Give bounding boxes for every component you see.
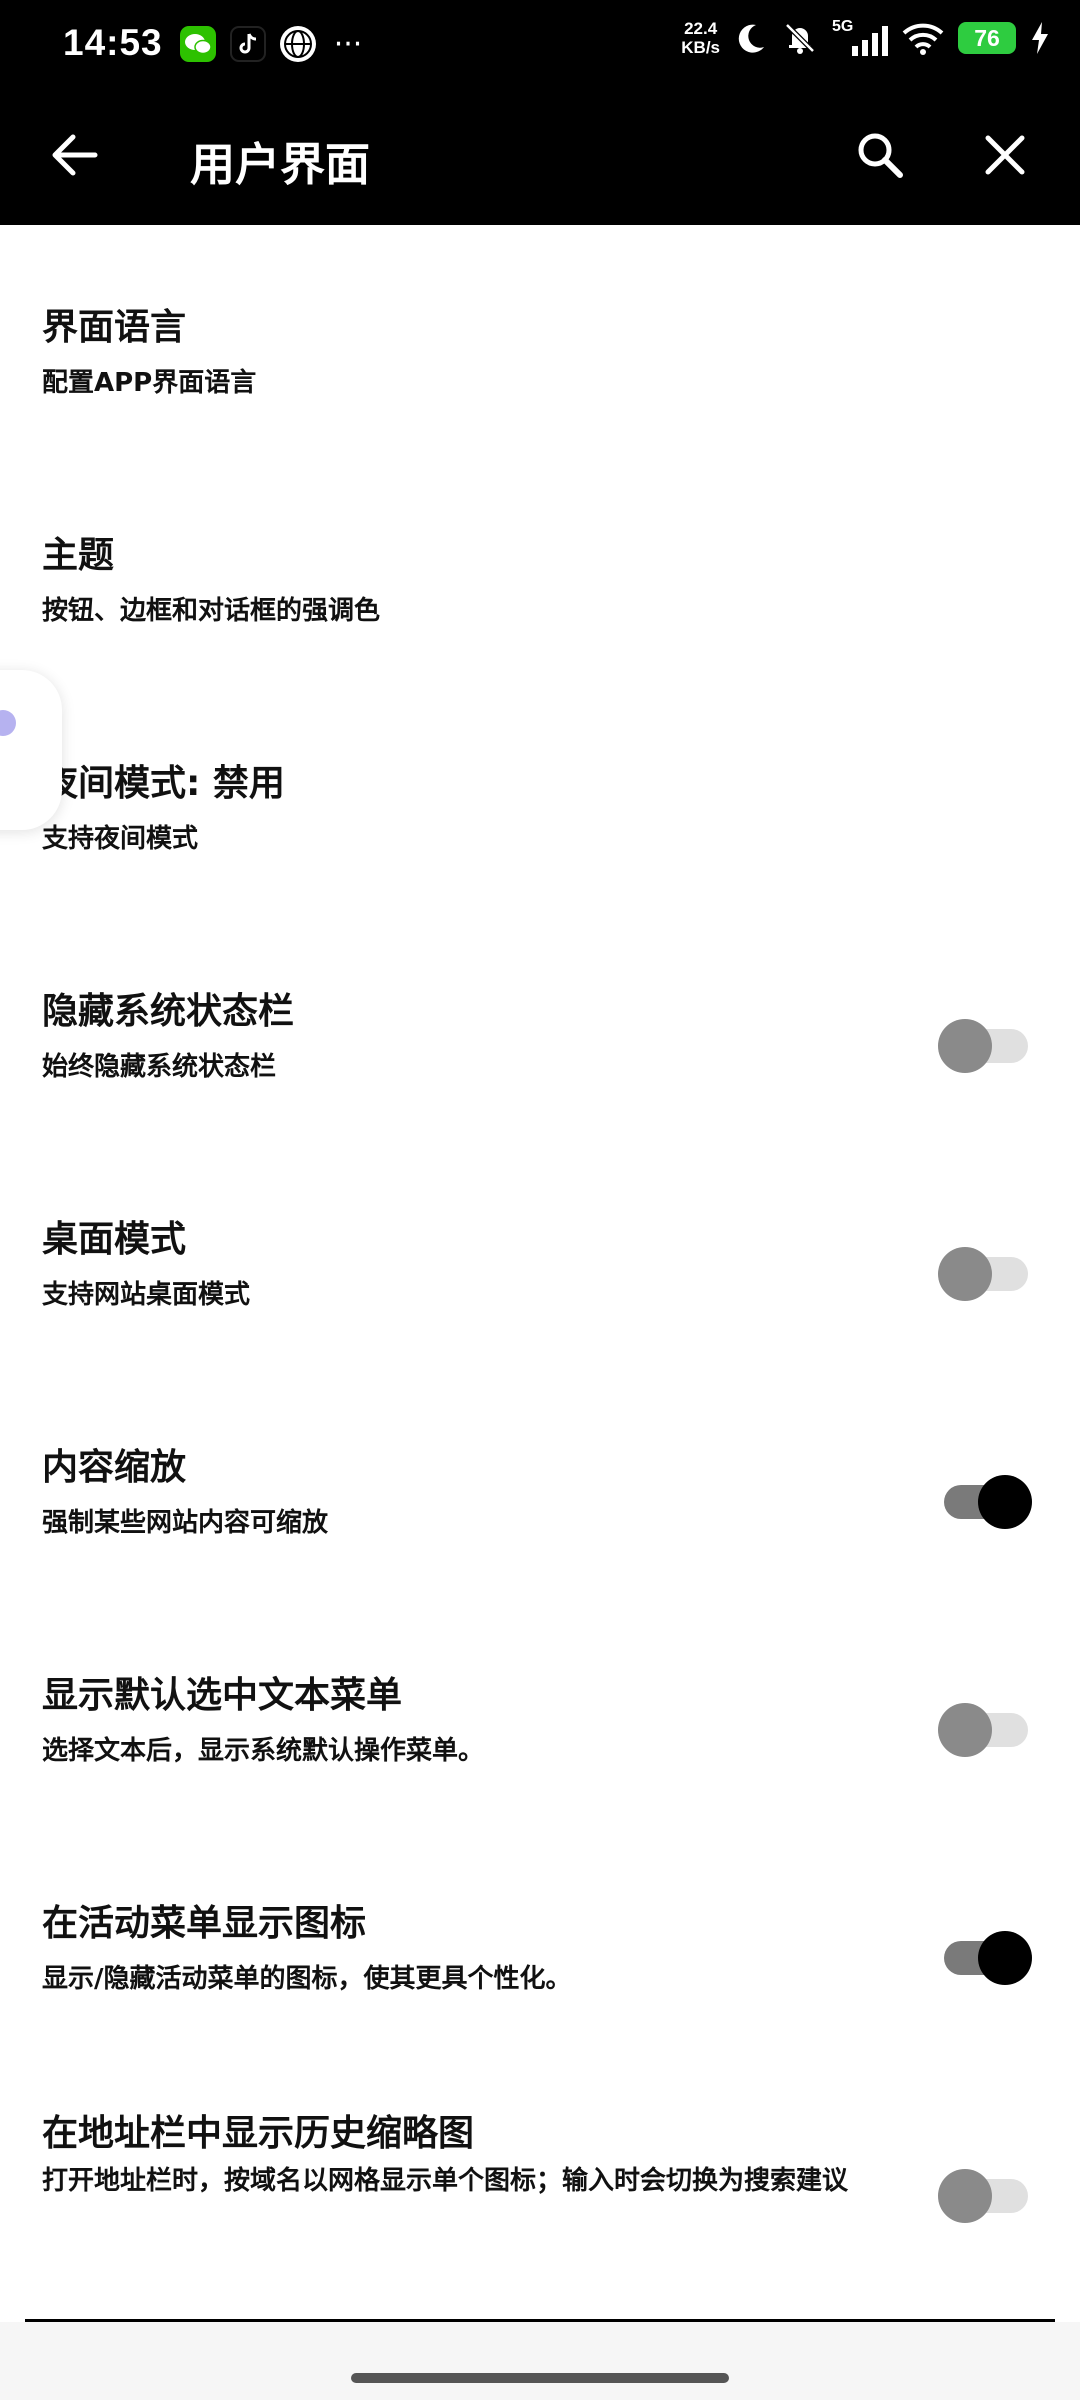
setting-subtitle: 配置APP界面语言	[42, 368, 257, 398]
setting-title: 在地址栏中显示历史缩略图	[42, 2113, 475, 2154]
setting-night-mode[interactable]: 夜间模式: 禁用 支持夜间模式	[0, 681, 1080, 909]
setting-desktop-mode[interactable]: 桌面模式 支持网站桌面模式	[0, 1137, 1080, 1365]
setting-title: 主题	[42, 535, 115, 576]
navigation-bar	[0, 2322, 1080, 2400]
app-bar: 用户界面	[0, 90, 1080, 225]
toggle-thumb	[978, 1931, 1032, 1985]
setting-interface-language[interactable]: 界面语言 配置APP界面语言	[0, 225, 1080, 453]
setting-subtitle: 强制某些网站内容可缩放	[42, 1508, 329, 1538]
setting-title: 在活动菜单显示图标	[42, 1903, 367, 1944]
setting-hide-status-bar[interactable]: 隐藏系统状态栏 始终隐藏系统状态栏	[0, 909, 1080, 1137]
bell-muted-icon	[785, 23, 815, 54]
status-bar: 14:53 ··· 22.4 KB/s 5G 76	[0, 0, 1080, 90]
setting-subtitle: 按钮、边框和对话框的强调色	[42, 596, 381, 626]
globe-icon	[280, 26, 316, 62]
tiktok-icon	[230, 26, 266, 62]
toggle-thumb	[938, 1019, 992, 1073]
setting-subtitle: 支持夜间模式	[42, 824, 199, 854]
search-icon	[858, 133, 903, 178]
bottom-divider	[25, 2319, 1055, 2322]
history-thumbnails-toggle[interactable]	[938, 2161, 1030, 2223]
setting-history-thumbnails[interactable]: 在地址栏中显示历史缩略图 打开地址栏时，按域名以网格显示单个图标；输入时会切换为…	[0, 2049, 1080, 2319]
setting-subtitle: 支持网站桌面模式	[42, 1280, 251, 1310]
system-indicators: 22.4 KB/s 5G 76	[681, 18, 1050, 58]
setting-subtitle: 打开地址栏时，按域名以网格显示单个图标；输入时会切换为搜索建议	[42, 2166, 849, 2196]
wechat-icon	[180, 26, 216, 62]
desktop-mode-toggle[interactable]	[938, 1239, 1030, 1301]
speed-value: 22.4	[684, 19, 718, 38]
setting-title: 内容缩放	[42, 1447, 187, 1488]
more-notifications-icon: ···	[333, 26, 363, 62]
activity-menu-icons-toggle[interactable]	[938, 1923, 1032, 1985]
arrow-left-icon	[52, 134, 98, 176]
default-text-menu-toggle[interactable]	[938, 1695, 1030, 1757]
setting-title: 桌面模式	[42, 1219, 187, 1260]
setting-title: 显示默认选中文本菜单	[42, 1675, 403, 1716]
setting-theme[interactable]: 主题 按钮、边框和对话框的强调色	[0, 453, 1080, 681]
close-button[interactable]	[970, 120, 1040, 190]
setting-title: 界面语言	[42, 307, 187, 348]
setting-content-zoom[interactable]: 内容缩放 强制某些网站内容可缩放	[0, 1365, 1080, 1593]
battery-level: 76	[958, 22, 1016, 54]
signal-bars-icon	[852, 26, 888, 56]
toggle-thumb	[938, 1703, 992, 1757]
network-type: 5G	[832, 18, 854, 35]
setting-activity-menu-icons[interactable]: 在活动菜单显示图标 显示/隐藏活动菜单的图标，使其更具个性化。	[0, 1821, 1080, 2049]
moon-icon	[738, 24, 764, 53]
notification-icons: ···	[180, 26, 366, 62]
speed-unit: KB/s	[681, 38, 720, 57]
hide-status-bar-toggle[interactable]	[938, 1011, 1030, 1073]
back-button[interactable]	[40, 120, 110, 190]
toggle-thumb	[938, 1247, 992, 1301]
assistant-dot-icon	[0, 710, 16, 736]
setting-subtitle: 始终隐藏系统状态栏	[42, 1052, 277, 1082]
network-speed: 22.4 KB/s	[681, 19, 720, 57]
toggle-thumb	[938, 2169, 992, 2223]
setting-subtitle: 选择文本后，显示系统默认操作菜单。	[42, 1736, 485, 1766]
close-icon	[985, 135, 1025, 175]
toggle-thumb	[978, 1475, 1032, 1529]
status-time: 14:53	[63, 22, 163, 63]
setting-default-text-menu[interactable]: 显示默认选中文本菜单 选择文本后，显示系统默认操作菜单。	[0, 1593, 1080, 1821]
signal-indicator: 5G	[832, 18, 888, 58]
floating-assistant-bubble[interactable]	[0, 670, 62, 830]
content-zoom-toggle[interactable]	[938, 1467, 1032, 1529]
charging-icon	[1032, 22, 1048, 54]
setting-title: 夜间模式: 禁用	[42, 763, 285, 804]
home-indicator[interactable]	[351, 2373, 729, 2383]
setting-title: 隐藏系统状态栏	[42, 991, 295, 1032]
page-title: 用户界面	[190, 138, 371, 191]
setting-subtitle: 显示/隐藏活动菜单的图标，使其更具个性化。	[42, 1964, 572, 1994]
search-button[interactable]	[845, 120, 915, 190]
wifi-icon	[902, 23, 944, 55]
